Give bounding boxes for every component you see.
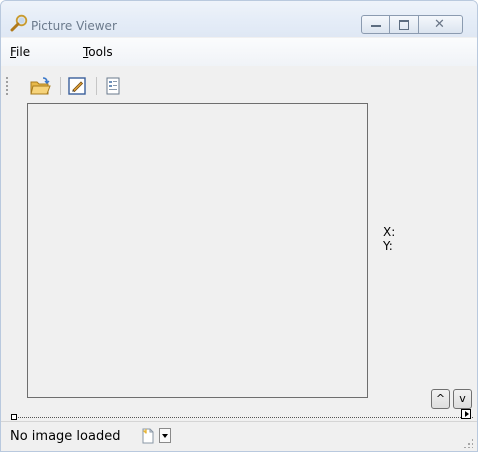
menu-file-label: ile (16, 45, 31, 59)
title-bar[interactable]: Picture Viewer ✕ (1, 1, 477, 37)
picture-viewer-window: Picture Viewer ✕ File Tools X: Y: ^ v No… (0, 0, 478, 452)
toolbar-separator (96, 77, 97, 95)
caption-buttons: ✕ (361, 15, 463, 34)
resize-grip[interactable] (463, 438, 473, 448)
splitter-expand-arrow-icon[interactable] (461, 409, 471, 419)
open-folder-icon[interactable] (29, 75, 51, 97)
new-document-icon[interactable] (140, 428, 156, 444)
toolbar-separator (60, 77, 61, 95)
close-icon: ✕ (434, 17, 445, 32)
minimize-icon (371, 25, 381, 27)
maximize-icon (399, 20, 409, 30)
toolbar-grip[interactable] (6, 77, 8, 96)
status-dropdown-button[interactable] (159, 428, 171, 443)
minimize-button[interactable] (361, 15, 390, 34)
maximize-button[interactable] (390, 15, 419, 34)
x-coordinate-label: X: (383, 225, 396, 239)
menu-tools-label: ools (88, 45, 113, 59)
scroll-up-button[interactable]: ^ (431, 389, 450, 409)
status-text: No image loaded (10, 429, 121, 444)
menu-bar: File Tools (1, 38, 477, 66)
picture-box[interactable] (27, 103, 368, 398)
scroll-down-button[interactable]: v (453, 389, 472, 409)
toolbar (1, 71, 477, 101)
status-bar: No image loaded (1, 421, 477, 451)
window-title: Picture Viewer (31, 19, 117, 33)
properties-icon[interactable] (102, 75, 124, 97)
menu-file[interactable]: File (10, 45, 30, 59)
y-coordinate-label: Y: (383, 239, 393, 253)
close-button[interactable]: ✕ (419, 15, 463, 34)
menu-tools[interactable]: Tools (83, 45, 113, 59)
splitter-handle-left[interactable] (11, 414, 17, 420)
edit-pencil-icon[interactable] (66, 75, 88, 97)
magnifier-icon (10, 14, 28, 32)
